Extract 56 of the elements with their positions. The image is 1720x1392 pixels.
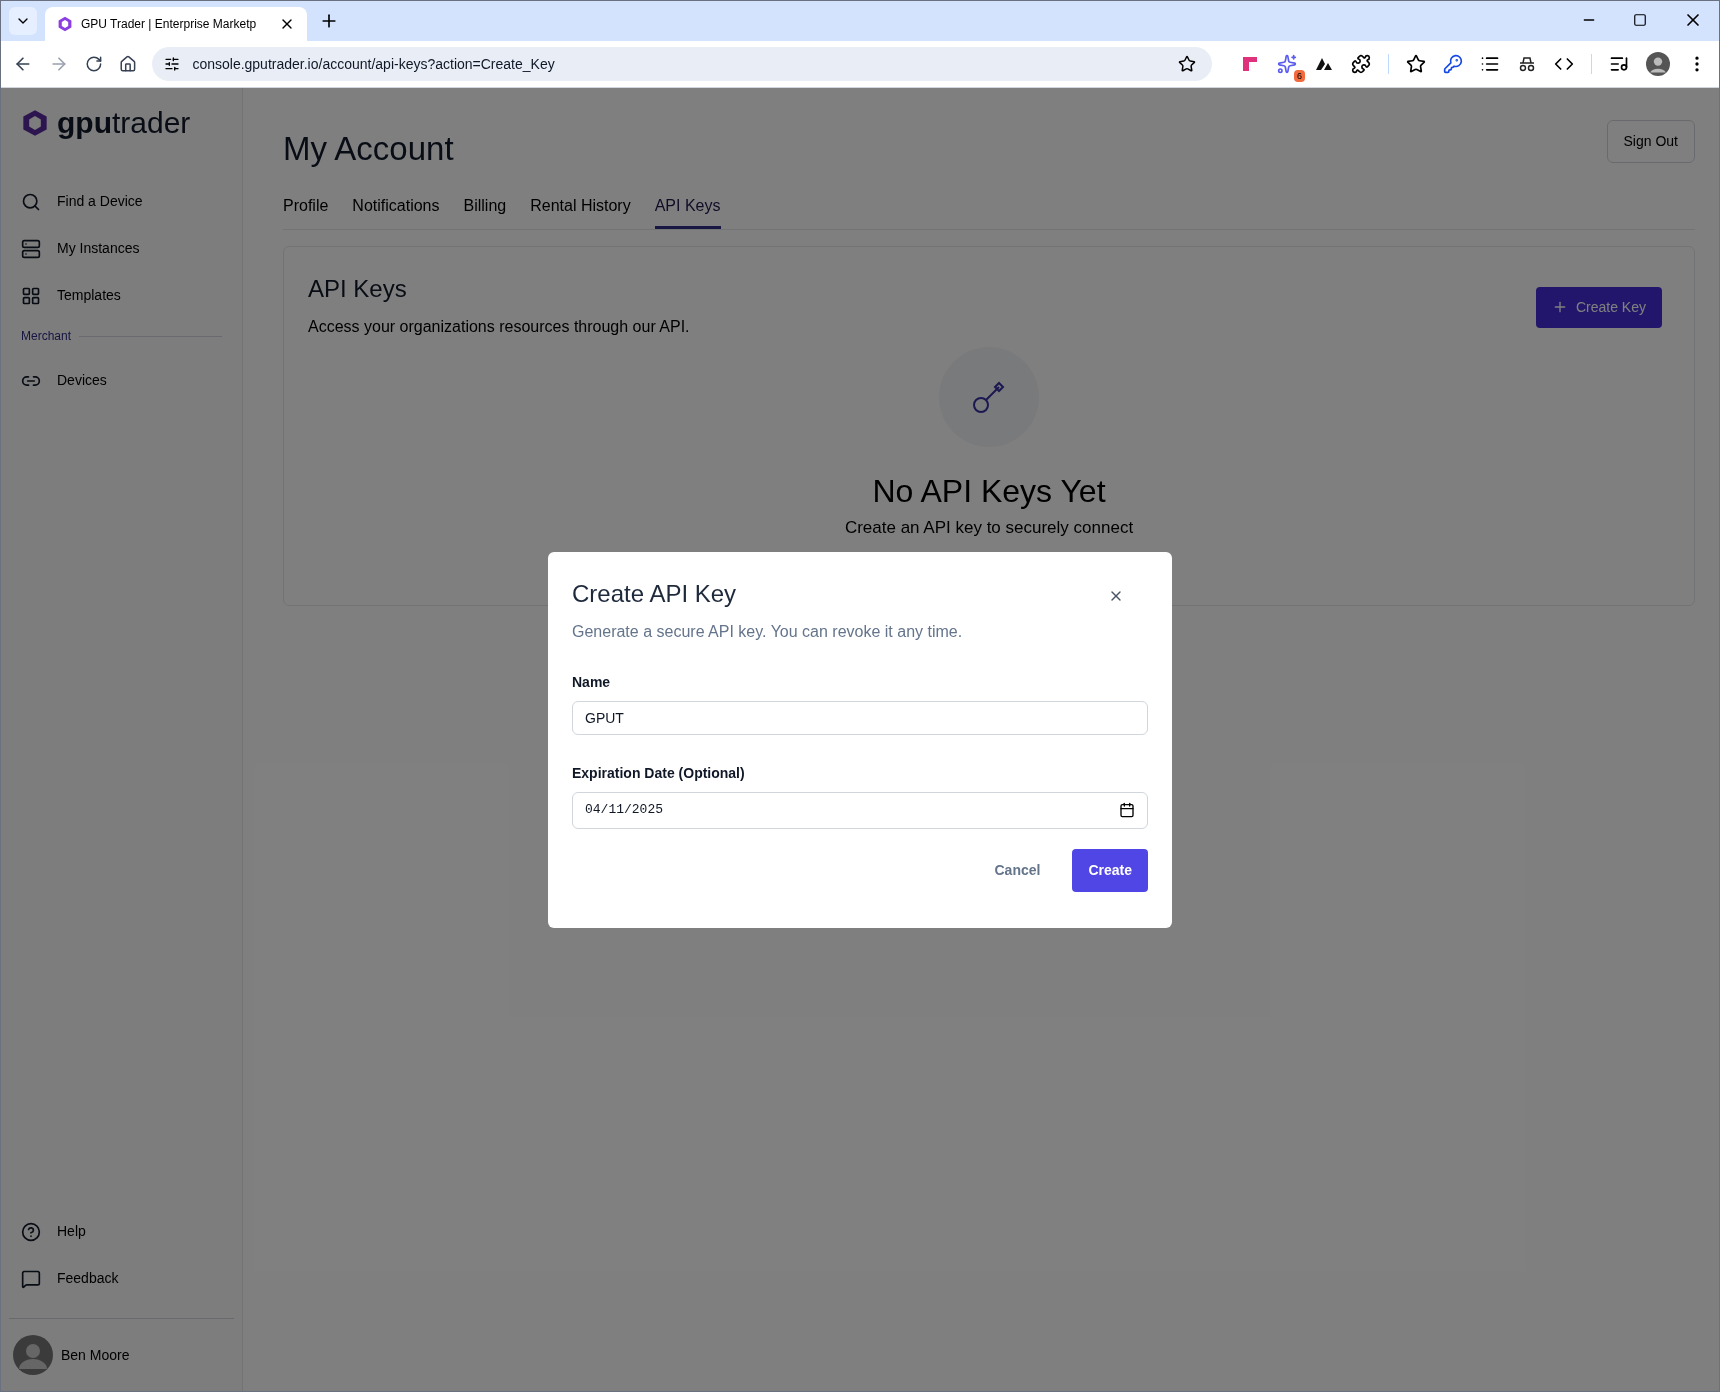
nav-icon [21,191,41,212]
tab[interactable]: Profile [283,193,329,229]
extension-badge: 6 [1294,70,1305,82]
cancel-button[interactable]: Cancel [986,851,1049,889]
user-name: Ben Moore [61,1345,130,1365]
nav-icon [21,1221,41,1242]
tab[interactable]: API Keys [654,193,721,229]
dialog-title: Create API Key [572,578,737,609]
logo-icon [21,109,49,137]
nav-item[interactable]: Devices [57,370,107,391]
address-bar[interactable]: console.gputrader.io/account/api-keys?action=Create_Key [152,47,1212,81]
site-info-icon[interactable] [164,56,181,72]
nav-item[interactable]: Feedback [57,1268,119,1289]
empty-text: Create an API key to securely connect [844,516,1134,539]
empty-title: No API Keys Yet [872,471,1106,511]
tab[interactable]: Notifications [352,193,440,229]
profile-avatar[interactable] [1646,52,1670,76]
incognito-icon[interactable] [1517,54,1537,74]
card-title: API Keys [308,273,408,304]
dialog-description: Generate a secure API key. You can revoke it any time. [572,621,964,642]
tab-list-button[interactable] [9,7,37,35]
name-field[interactable]: GPUT [572,700,1148,735]
brand-logo: gputrader [57,108,191,138]
calendar-icon[interactable] [1119,802,1135,818]
card-description: Access your organizations resources through our API. [308,316,690,337]
nav-icon [21,285,41,306]
bookmark-icon[interactable] [1178,55,1196,73]
section-label: Merchant [21,328,72,345]
tab[interactable]: Billing [463,193,507,229]
create-button[interactable]: Create [1072,848,1148,892]
field-label: Name [572,672,612,692]
user-avatar [13,1335,53,1375]
page-title: My Account [283,129,454,169]
tab[interactable]: Rental History [530,193,631,229]
nav-icon [21,1268,41,1289]
media-icon[interactable] [1609,54,1629,74]
browser-tab[interactable]: GPU Trader | Enterprise Marketp [45,7,307,41]
nav-item[interactable]: My Instances [57,238,140,259]
nav-item[interactable]: Help [57,1221,86,1242]
date-field[interactable]: 04/11/2025 [572,791,1148,829]
url-text: console.gputrader.io/account/api-keys?action=Create_Key [192,54,556,74]
nav-icon [21,238,41,259]
maximize-icon[interactable] [1633,13,1647,27]
reload-icon[interactable] [84,55,103,73]
field-label: Expiration Date (Optional) [572,763,746,783]
logo-icon [57,16,73,32]
extensions-icon[interactable] [1351,54,1371,74]
nav-item[interactable]: Templates [57,285,121,306]
sign-out-button[interactable]: Sign Out [1606,120,1695,163]
key-icon[interactable] [1443,54,1463,74]
nav-item[interactable]: Find a Device [57,191,143,212]
favorites-icon[interactable] [1406,54,1426,74]
create-key-button[interactable]: Create Key [1535,286,1662,328]
home-icon[interactable] [118,55,137,73]
tab-title: GPU Trader | Enterprise Marketp [81,16,258,33]
reading-list-icon[interactable] [1480,54,1500,74]
